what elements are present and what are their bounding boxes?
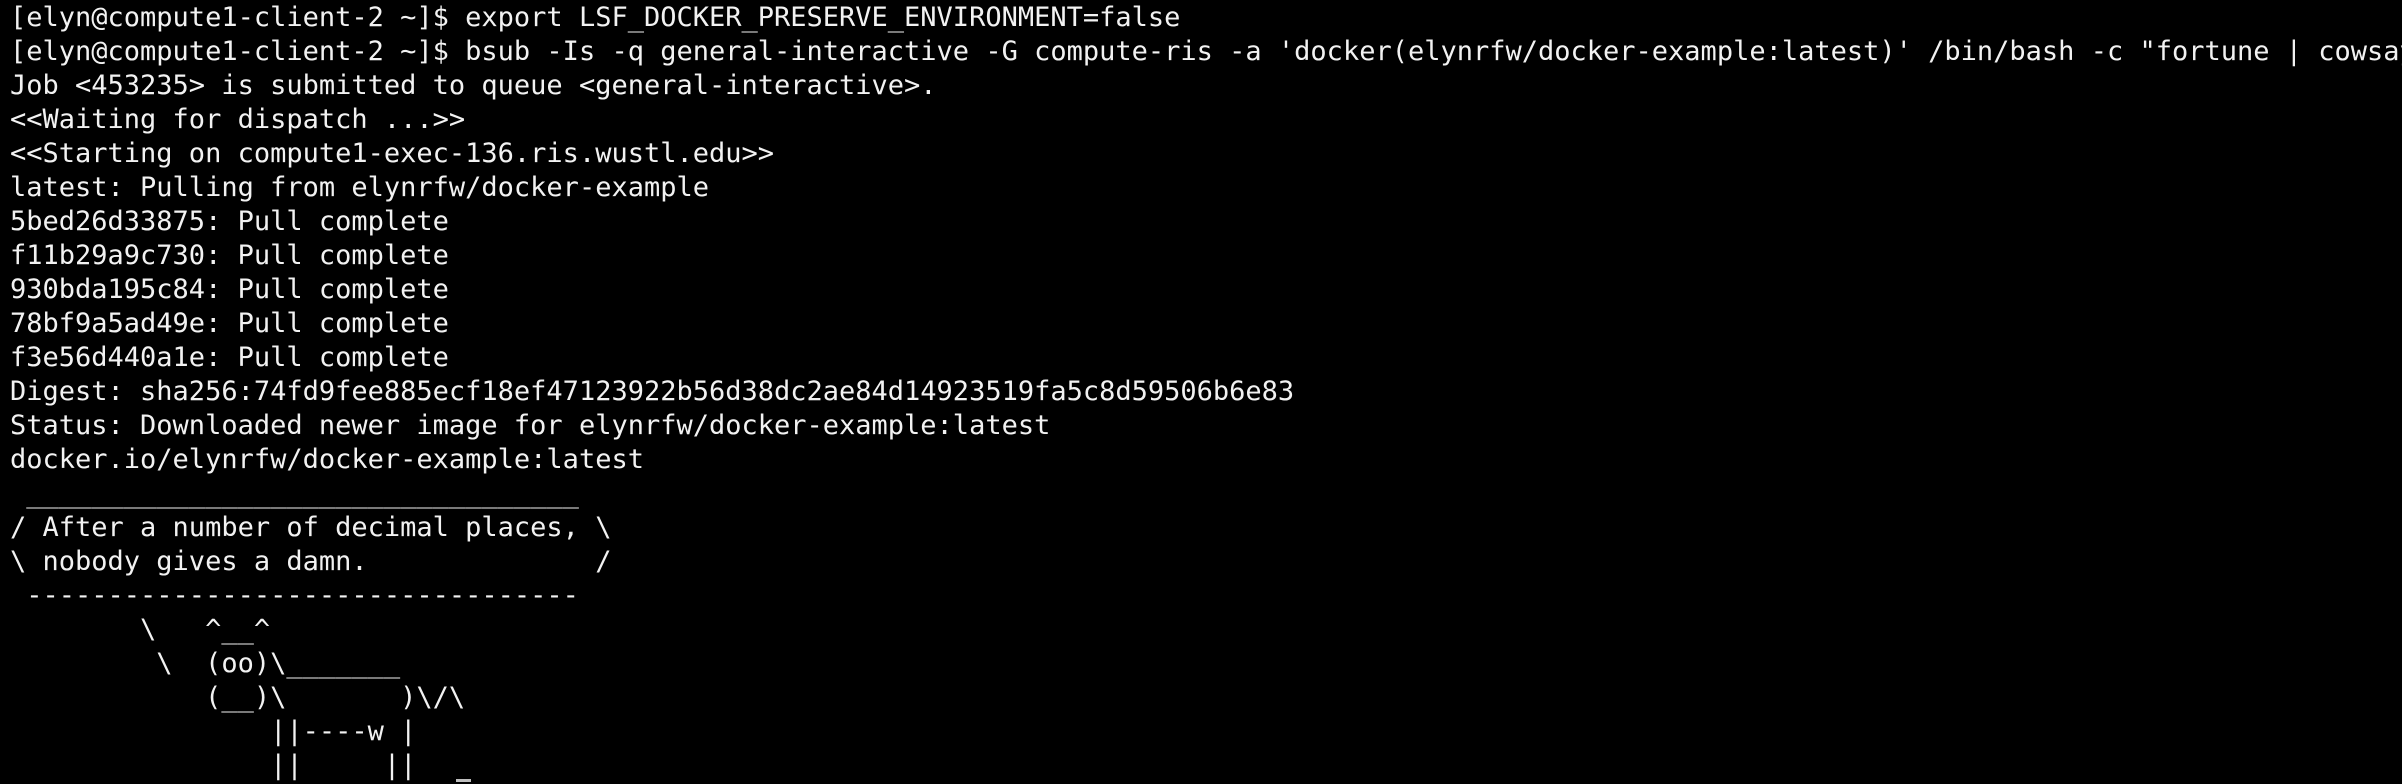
output-line: 5bed26d33875: Pull complete [10, 206, 449, 237]
prompt-line: [elyn@compute1-client-2 ~]$ export LSF_D… [10, 2, 1181, 33]
cowsay-bubble-text: / After a number of decimal places, \ [10, 512, 612, 543]
cowsay-cow-art: (__)\ )\/\ [10, 682, 466, 713]
prompt-line: [elyn@compute1-client-2 ~]$ bsub -Is -q … [10, 36, 2402, 67]
cowsay-bubble-text: \ nobody gives a damn. / [10, 546, 612, 577]
output-line: Status: Downloaded newer image for elynr… [10, 410, 1051, 441]
cowsay-cow-art: ||----w | [10, 716, 417, 747]
cowsay-bubble-bottom: ---------------------------------- [10, 580, 579, 611]
cowsay-cow-art: \ ^__^ [10, 614, 271, 645]
cowsay-cow-art: \ (oo)\_______ [10, 648, 401, 679]
output-line: <<Waiting for dispatch ...>> [10, 104, 466, 135]
output-line: f3e56d440a1e: Pull complete [10, 342, 449, 373]
output-line: f11b29a9c730: Pull complete [10, 240, 449, 271]
output-line: Digest: sha256:74fd9fee885ecf18ef4712392… [10, 376, 1295, 407]
output-line: Job <453235> is submitted to queue <gene… [10, 70, 937, 101]
output-line: latest: Pulling from elynrfw/docker-exam… [10, 172, 709, 203]
output-line: docker.io/elynrfw/docker-example:latest [10, 444, 644, 475]
terminal-window[interactable]: [elyn@compute1-client-2 ~]$ export LSF_D… [0, 0, 2402, 784]
output-line: 930bda195c84: Pull complete [10, 274, 449, 305]
text-cursor [456, 779, 471, 782]
cowsay-cow-art: || || [10, 750, 417, 781]
output-line: <<Starting on compute1-exec-136.ris.wust… [10, 138, 775, 169]
output-line: 78bf9a5ad49e: Pull complete [10, 308, 449, 339]
cowsay-bubble-top: __________________________________ [10, 478, 579, 509]
